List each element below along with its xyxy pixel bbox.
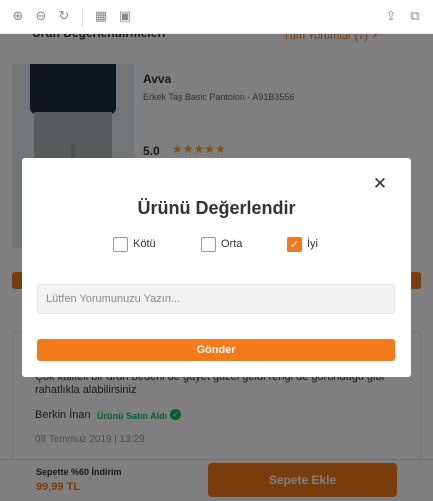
rating-option-label: İyi xyxy=(307,238,318,250)
modal-title: Ürünü Değerlendir xyxy=(137,198,296,218)
toolbar-divider xyxy=(82,8,83,26)
checkbox-good-checked[interactable]: ✓ xyxy=(287,237,302,252)
checkbox-average[interactable] xyxy=(201,237,216,252)
rating-option-label: Kötü xyxy=(133,238,156,250)
zoom-in-icon[interactable]: ⊕ xyxy=(10,9,26,25)
grid-view-icon[interactable]: ▦ xyxy=(93,9,109,25)
review-input[interactable] xyxy=(37,284,395,314)
share-icon[interactable]: ⇪ xyxy=(383,9,399,25)
submit-button[interactable]: Gönder xyxy=(37,339,395,361)
refresh-icon[interactable]: ↻ xyxy=(56,9,72,25)
page-view-icon[interactable]: ▣ xyxy=(117,9,133,25)
rating-option-label: Orta xyxy=(221,238,243,250)
viewer-toolbar: ⊕ ⊖ ↻ ▦ ▣ ⇪ ⧉ xyxy=(0,0,433,34)
zoom-out-icon[interactable]: ⊖ xyxy=(33,9,49,25)
checkbox-bad[interactable] xyxy=(113,237,128,252)
copy-icon[interactable]: ⧉ xyxy=(407,9,423,25)
close-icon[interactable]: ✕ xyxy=(370,174,390,194)
